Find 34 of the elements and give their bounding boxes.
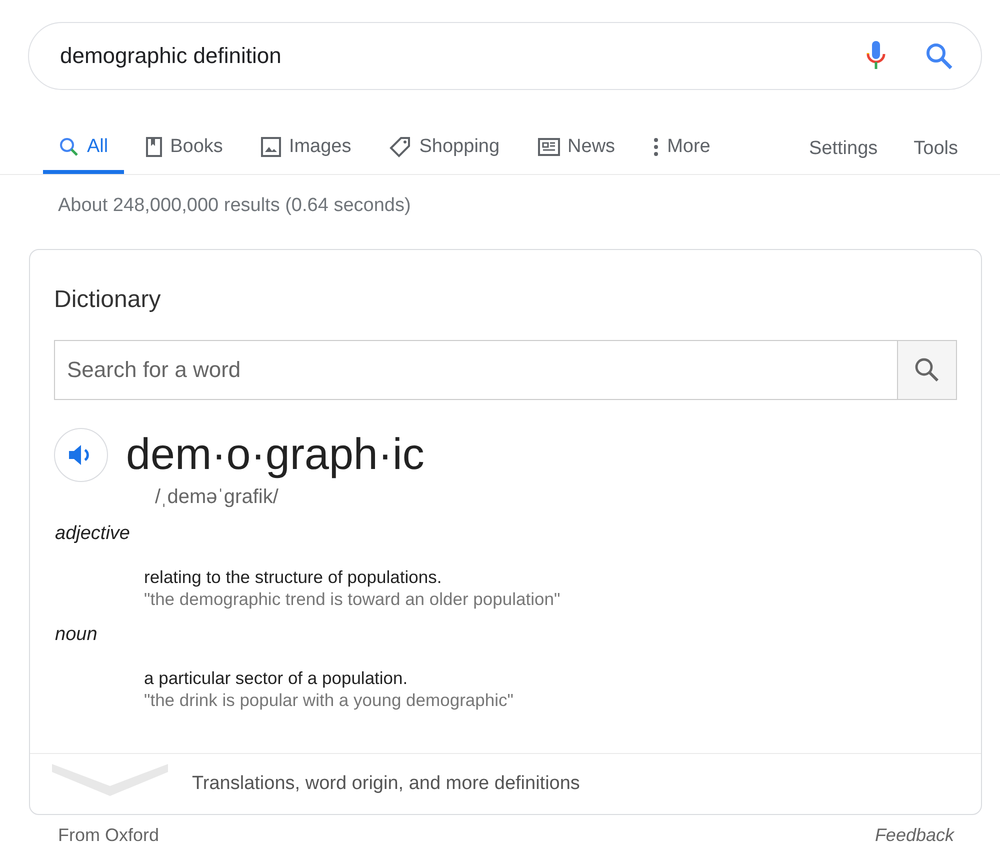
more-definitions-button[interactable]: Translations, word origin, and more definitions — [30, 753, 981, 814]
word-search-field[interactable]: Search for a word — [54, 340, 897, 400]
definition: relating to the structure of populations. — [144, 567, 443, 588]
search-icon[interactable] — [925, 42, 953, 70]
tool-link[interactable]: Tools — [914, 128, 958, 174]
tab[interactable]: News — [522, 128, 632, 174]
search-icon — [914, 357, 940, 383]
tab[interactable]: All — [43, 128, 124, 174]
part-of-speech: adjective — [55, 523, 131, 545]
tab[interactable]: Images — [244, 128, 368, 174]
tag-icon — [389, 136, 412, 158]
card-title: Dictionary — [54, 286, 162, 314]
pronunciation-button[interactable] — [54, 428, 108, 482]
microphone-icon[interactable] — [865, 40, 887, 72]
phonetic: /ˌdeməˈɡrafik/ — [155, 486, 280, 509]
headword: dem·o·graph·ic — [126, 430, 424, 480]
tab[interactable]: Shopping — [373, 128, 516, 174]
newspaper-icon — [538, 138, 560, 156]
definition: a particular sector of a population. — [144, 668, 409, 689]
search-field[interactable]: demographic definition — [28, 22, 982, 90]
feedback-link[interactable]: Feedback — [874, 825, 954, 846]
source-credit: From Oxford — [58, 825, 160, 846]
tool-link[interactable]: Settings — [808, 128, 878, 174]
result-stats: About 248,000,000 results (0.64 seconds) — [58, 195, 411, 216]
book-icon — [146, 137, 162, 157]
tab[interactable]: Books — [130, 128, 239, 174]
more-icon — [653, 137, 660, 157]
search-button[interactable] — [897, 340, 957, 400]
search-icon — [59, 137, 79, 157]
example: "the demographic trend is toward an older population" — [144, 589, 562, 610]
tab[interactable]: More — [637, 128, 726, 174]
image-icon — [260, 137, 281, 157]
part-of-speech: noun — [55, 624, 98, 646]
example: "the drink is popular with a young demographic" — [144, 690, 514, 711]
